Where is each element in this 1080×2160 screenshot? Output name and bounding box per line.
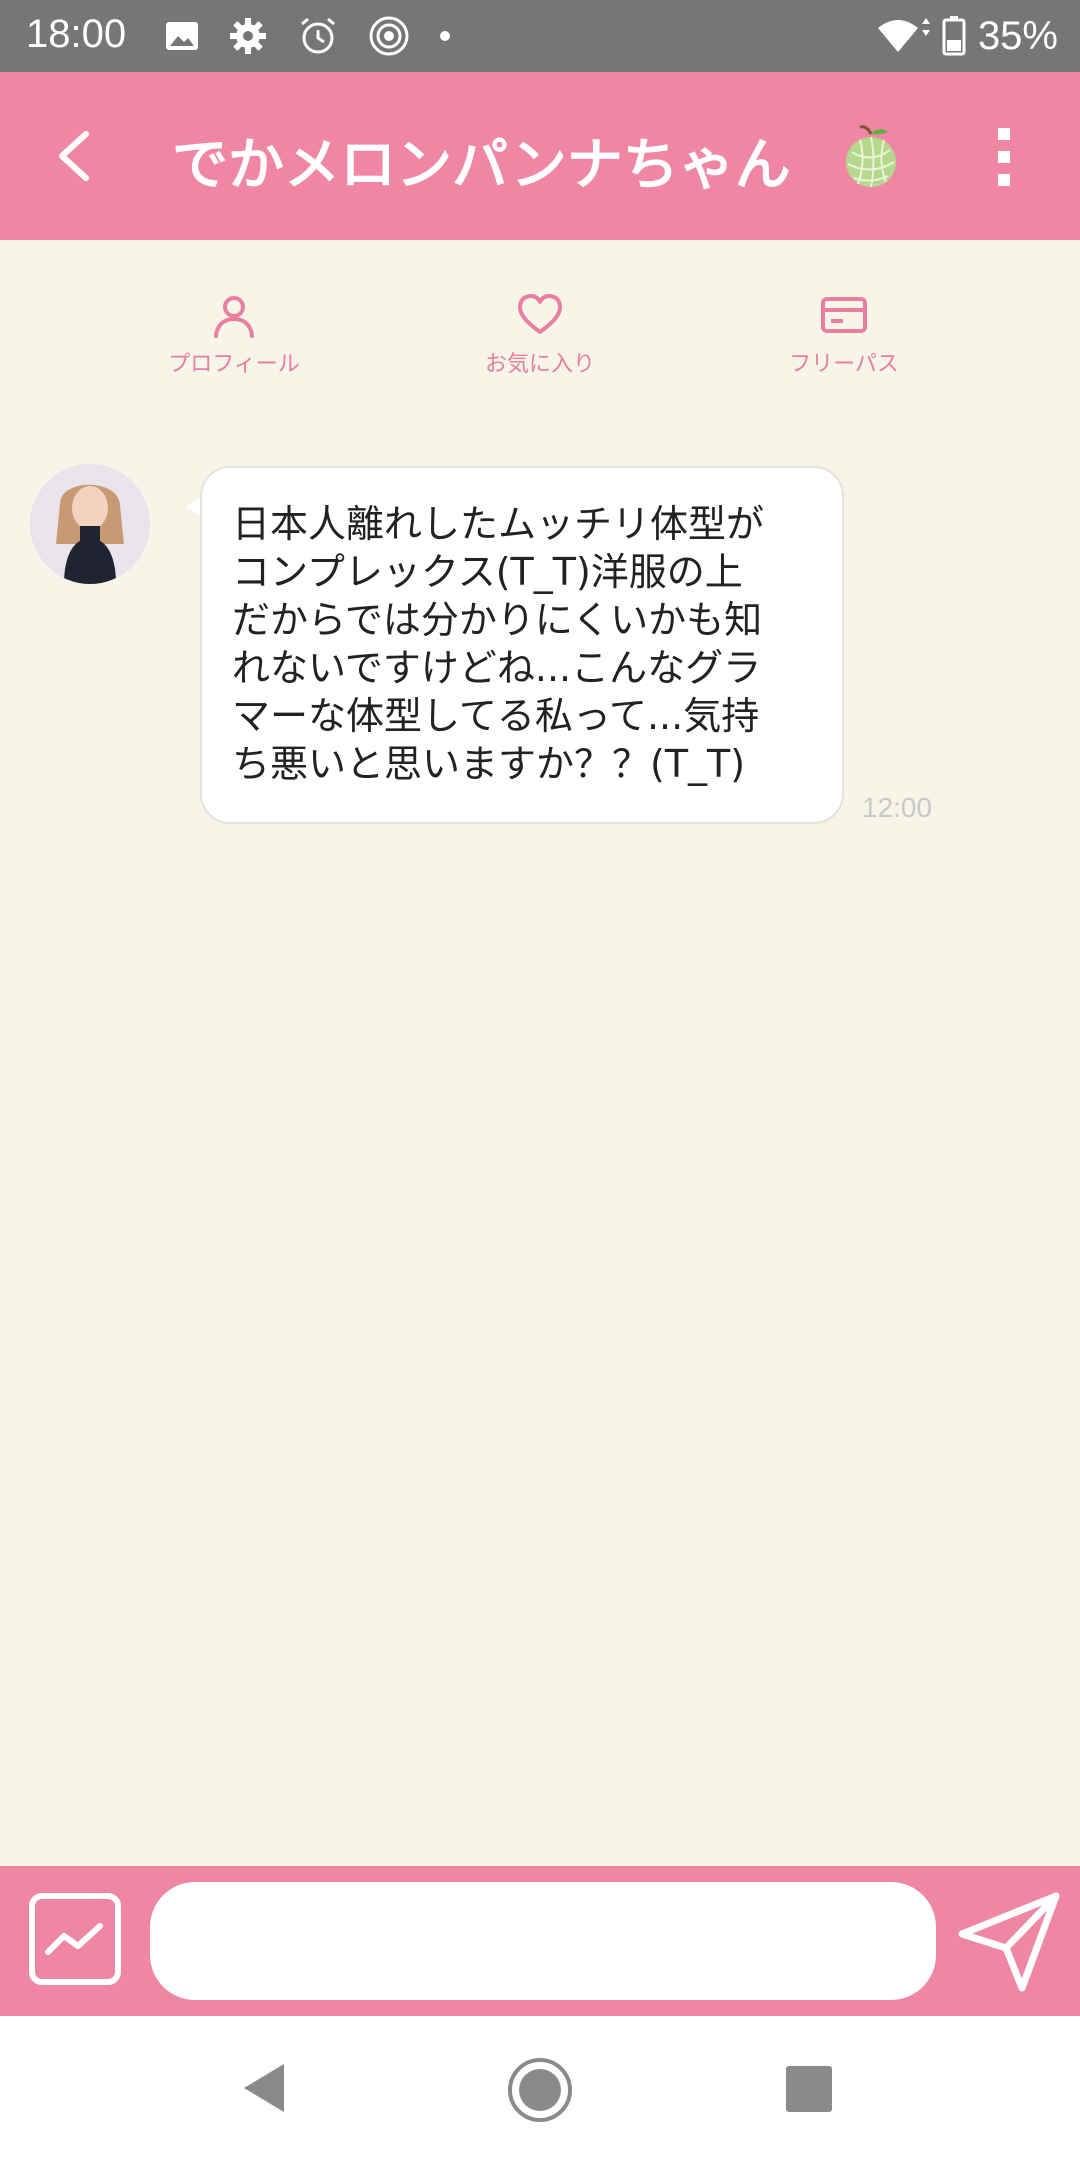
send-button[interactable] (956, 1888, 1064, 1996)
send-icon (958, 1892, 1060, 1992)
input-bar (0, 1866, 1080, 2016)
tab-favorites[interactable]: お気に入り (440, 290, 640, 378)
message-text: 日本人離れしたムッチリ体型が コンプレックス(T_T)洋服の上 だからでは分かり… (232, 502, 765, 786)
heart-icon (518, 294, 562, 334)
nav-home-icon[interactable] (506, 2056, 574, 2124)
tab-freepass[interactable]: フリーパス (744, 290, 944, 378)
gear-icon (230, 18, 266, 54)
page-title: でかメロンパンナちゃん (172, 133, 791, 198)
image-chart-icon (29, 1893, 121, 1985)
chevron-left-icon (59, 131, 89, 181)
tab-profile[interactable]: プロフィール (134, 290, 334, 378)
more-vertical-icon (998, 128, 1010, 186)
alarm-icon (301, 17, 335, 54)
message-bubble: 日本人離れしたムッチリ体型が コンプレックス(T_T)洋服の上 だからでは分かり… (200, 466, 844, 824)
back-button[interactable] (40, 116, 120, 196)
chat-tabs: プロフィール お気に入り フリーパス (0, 290, 1080, 400)
target-icon (369, 16, 409, 56)
image-icon (166, 22, 198, 50)
status-icons-right: 35% (874, 12, 1058, 60)
tab-favorites-label: お気に入り (484, 352, 595, 377)
card-icon (821, 297, 867, 333)
message-input[interactable] (150, 1882, 936, 2000)
battery-icon (942, 16, 966, 56)
avatar-photo (30, 464, 150, 584)
person-icon (214, 296, 254, 338)
status-time: 18:00 (26, 12, 127, 56)
status-icons-left (164, 12, 452, 60)
nav-recent-icon[interactable] (786, 2066, 832, 2112)
avatar[interactable] (30, 464, 150, 584)
tab-freepass-label: フリーパス (789, 352, 899, 377)
status-bar: 18:00 35% (0, 0, 1080, 72)
system-nav-bar (0, 2016, 1080, 2160)
chat-header: でかメロンパンナちゃん (0, 72, 1080, 240)
message-timestamp: 12:00 (862, 792, 933, 823)
melon-icon (846, 125, 896, 188)
stamp-button[interactable] (28, 1892, 122, 1986)
battery-percent: 35% (977, 13, 1058, 58)
tab-profile-label: プロフィール (168, 352, 300, 377)
more-menu-button[interactable] (985, 122, 1025, 192)
nav-back-icon[interactable] (240, 2060, 288, 2116)
dot-icon (440, 31, 450, 41)
wifi-icon (877, 18, 930, 52)
